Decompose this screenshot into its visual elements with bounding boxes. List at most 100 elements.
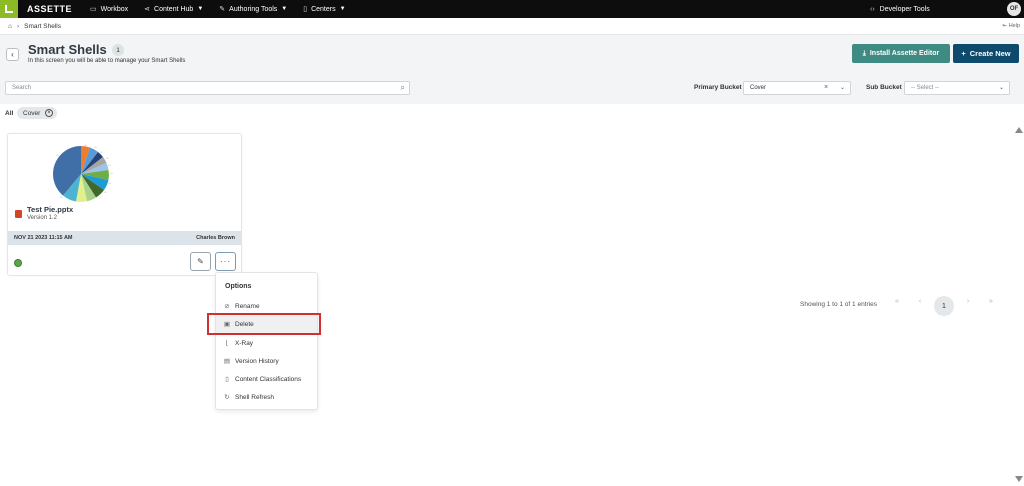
breadcrumb-item-smart-shells[interactable]: Smart Shells — [24, 23, 61, 30]
svg-text:•••: ••• — [56, 154, 59, 157]
xray-icon: ⌊ — [225, 340, 229, 347]
developer-tools-label: Developer Tools — [879, 5, 930, 13]
primary-bucket-select[interactable]: Cover × ⌄ — [743, 81, 851, 95]
page-subtitle: In this screen you will be able to manag… — [28, 58, 186, 64]
nav-label: Centers — [311, 5, 336, 13]
menu-item-label: Shell Refresh — [235, 393, 275, 401]
smart-shell-card[interactable]: ••• ••• ••• ••• ••• ••• ••• ••• ••• ••• Test P… — [7, 133, 242, 276]
chevron-left-icon: ‹ — [11, 50, 14, 59]
svg-text:•••: ••• — [94, 146, 97, 149]
svg-text:•••: ••• — [104, 191, 107, 194]
card-author: Charles Brown — [196, 235, 235, 241]
history-icon: ▤ — [223, 358, 231, 365]
nav-item-authoring-tools[interactable]: ✎ Authoring Tools ▼ — [219, 5, 288, 14]
page-header: ‹ Smart Shells 1 In this screen you will… — [0, 35, 1024, 104]
scroll-up-arrow[interactable] — [1015, 127, 1023, 133]
chevron-right-icon: › — [16, 22, 20, 30]
chevron-down-icon: ⌄ — [998, 85, 1004, 91]
pencil-icon: ✎ — [197, 257, 204, 266]
menu-item-shell-refresh[interactable]: ↻ Shell Refresh — [223, 391, 274, 403]
chevron-down-icon: ▼ — [197, 6, 204, 12]
share-icon: ⋖ — [144, 6, 151, 13]
chip-label: Cover — [23, 109, 41, 117]
sub-bucket-label: Sub Bucket — [866, 84, 902, 91]
inbox-icon: ▭ — [90, 6, 97, 13]
brand-name[interactable]: ASSETTE — [27, 4, 72, 14]
refresh-icon: ↻ — [224, 394, 230, 401]
count-badge: 1 — [112, 44, 124, 56]
plus-icon: + — [961, 49, 966, 58]
sub-bucket-value: -- Select -- — [911, 85, 940, 91]
menu-item-label: Content Classifications — [235, 375, 302, 383]
filter-all[interactable]: All — [5, 110, 13, 117]
nav-label: Content Hub — [154, 5, 194, 13]
top-navbar: ASSETTE ▭ Workbox ⋖ Content Hub ▼ ✎ Auth… — [0, 0, 1024, 18]
nav-item-workbox[interactable]: ▭ Workbox — [90, 5, 129, 14]
building-icon: ▯ — [303, 6, 308, 13]
ellipsis-icon: ··· — [220, 257, 231, 266]
options-menu-title: Options — [225, 283, 252, 290]
search-icon[interactable]: ⌕ — [401, 83, 405, 93]
card-title[interactable]: Test Pie.pptx — [27, 205, 73, 214]
developer-tools-link[interactable]: ‹› Developer Tools — [870, 0, 930, 18]
clear-icon[interactable]: × — [824, 84, 828, 91]
nav-item-centers[interactable]: ▯ Centers ▼ — [303, 5, 346, 14]
chevron-down-icon: ⌄ — [839, 85, 845, 91]
help-label: Help — [1008, 23, 1020, 29]
install-label: Install Assette Editor — [869, 50, 940, 57]
next-page-button[interactable]: › — [962, 298, 974, 305]
last-page-button[interactable]: » — [985, 298, 997, 305]
svg-text:•••: ••• — [108, 164, 111, 167]
primary-bucket-value: Cover — [750, 85, 767, 91]
pie-chart-thumbnail: ••••••••• ••••••••• ••••••••• ••• — [52, 144, 113, 202]
menu-item-version-history[interactable]: ▤ Version History — [223, 355, 279, 367]
menu-item-label: Rename — [235, 302, 260, 310]
svg-text:•••: ••• — [110, 172, 113, 175]
first-page-button[interactable]: « — [891, 298, 903, 305]
edit-icon: ✎ — [219, 6, 226, 13]
nav-item-content-hub[interactable]: ⋖ Content Hub ▼ — [144, 5, 204, 14]
svg-text:•••: ••• — [108, 182, 111, 185]
card-meta-bar: NOV 21 2023 11:15 AM Charles Brown — [8, 231, 241, 245]
chevron-down-icon: ▼ — [281, 6, 288, 12]
nav-label: Authoring Tools — [229, 5, 278, 13]
filter-chip-cover[interactable]: Cover × — [17, 107, 57, 119]
page-title: Smart Shells — [28, 42, 107, 57]
install-assette-editor-button[interactable]: ⤓ Install Assette Editor — [852, 44, 950, 63]
document-icon: ▯ — [225, 376, 229, 383]
create-new-button[interactable]: + Create New — [953, 44, 1019, 63]
card-version: Version 1.2 — [27, 215, 58, 221]
edit-button[interactable]: ✎ — [190, 252, 211, 271]
scroll-down-arrow[interactable] — [1015, 476, 1023, 482]
sub-bucket-select[interactable]: -- Select -- ⌄ — [904, 81, 1010, 95]
powerpoint-icon — [15, 210, 22, 218]
svg-text:•••: ••• — [100, 151, 103, 154]
card-date: NOV 21 2023 11:15 AM — [14, 235, 73, 241]
svg-text:•••: ••• — [84, 144, 87, 147]
avatar[interactable]: OF — [1007, 2, 1021, 16]
svg-text:•••: ••• — [106, 157, 109, 160]
entries-info: Showing 1 to 1 of 1 entries — [800, 301, 877, 308]
menu-item-label: X-Ray — [235, 339, 254, 347]
search-placeholder: Search — [12, 85, 32, 91]
menu-item-x-ray[interactable]: ⌊ X-Ray — [223, 337, 253, 349]
create-label: Create New — [969, 49, 1011, 58]
page-button-current[interactable]: 1 — [934, 296, 954, 316]
menu-item-content-classifications[interactable]: ▯ Content Classifications — [223, 373, 301, 385]
help-link[interactable]: ⇤ Help — [1003, 23, 1020, 29]
prev-page-button[interactable]: ‹ — [914, 298, 926, 305]
remove-chip-icon[interactable]: × — [45, 109, 53, 117]
download-icon: ⤓ — [862, 49, 866, 57]
search-input[interactable]: Search ⌕ — [5, 81, 410, 95]
chevron-down-icon: ▼ — [339, 6, 346, 12]
rename-icon: ⊘ — [224, 303, 230, 310]
back-button[interactable]: ‹ — [6, 48, 19, 61]
more-options-button[interactable]: ··· — [215, 252, 236, 271]
smart-shell-icon — [14, 259, 22, 267]
assette-logo[interactable] — [0, 0, 18, 18]
primary-bucket-label: Primary Bucket — [694, 84, 742, 91]
menu-item-rename[interactable]: ⊘ Rename — [223, 300, 260, 312]
delete-highlight-box — [207, 313, 321, 335]
nav-label: Workbox — [100, 5, 129, 13]
home-icon[interactable]: ⌂ — [8, 23, 12, 30]
